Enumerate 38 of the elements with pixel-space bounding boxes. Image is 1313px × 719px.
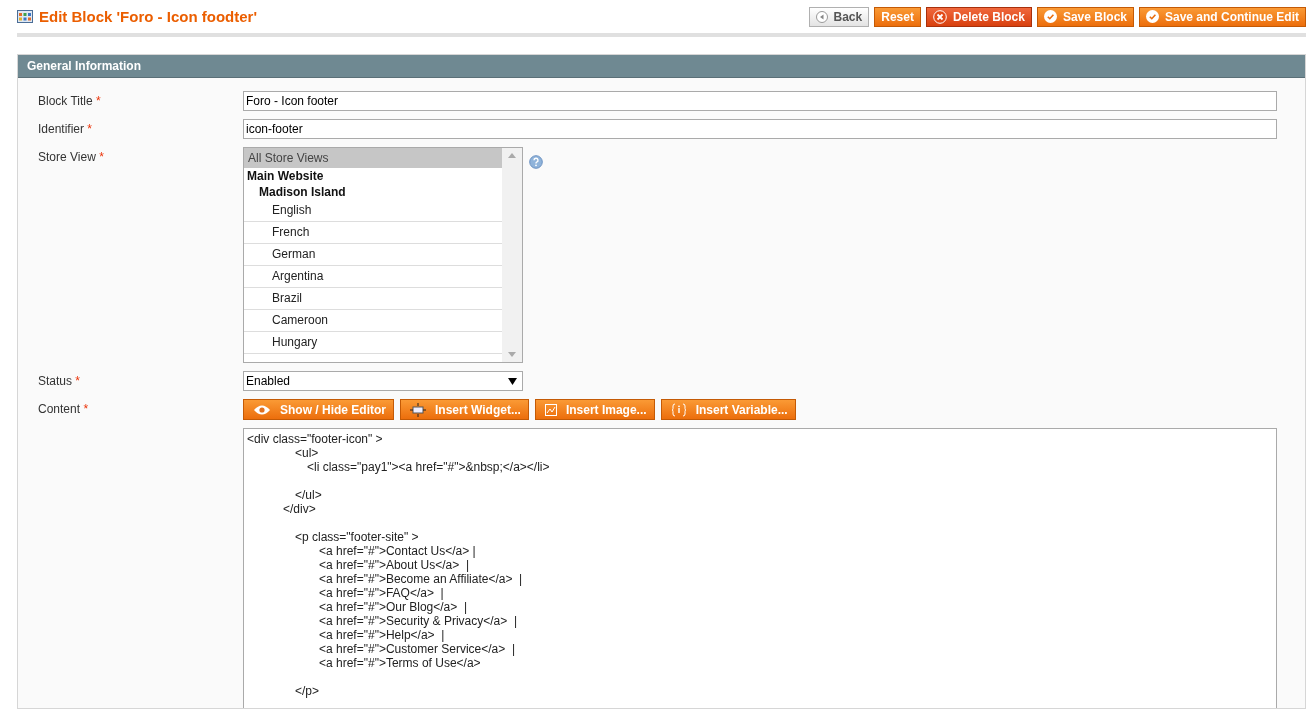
list-option[interactable]: English [244,200,502,222]
image-icon [544,403,557,416]
field-label: Identifier * [38,122,93,136]
help-icon[interactable] [529,155,543,169]
option-group: Madison Island [244,184,502,200]
close-icon [932,9,947,24]
list-option[interactable]: Hungary [244,332,502,354]
scroll-down-icon[interactable] [508,352,516,357]
eye-icon [253,403,271,416]
checkmark-icon [1043,10,1057,23]
list-option[interactable]: Argentina [244,266,502,288]
variable-icon [670,402,687,417]
field-label: Block Title * [38,94,101,108]
list-option[interactable]: Cameroon [244,310,502,332]
field-label: Store View * [38,150,104,164]
dropdown-caret-icon [508,377,517,385]
status-dropdown[interactable]: Enabled [243,371,523,391]
grid-icon [17,10,33,23]
dropdown-value: Enabled [246,374,291,388]
field-label: Content * [38,402,89,416]
list-option[interactable]: Brazil [244,288,502,310]
scroll-up-icon[interactable] [508,153,516,158]
text-field[interactable]: Foro - Icon footer [243,91,1277,111]
back-button[interactable]: Back [808,6,870,27]
scrollbar[interactable] [502,148,522,362]
delete-button[interactable]: Delete Block [925,6,1032,27]
checkmark-icon [1146,10,1159,23]
list-option[interactable]: French [244,222,502,244]
list-option[interactable]: German [244,244,502,266]
field-label: Status * [38,374,81,388]
widget-icon [410,402,426,417]
text-field[interactable]: icon-footer [243,119,1277,139]
page-title: Edit Block 'Foro - Icon foodter' [39,8,257,25]
list-option[interactable]: All Store Views [244,148,502,168]
option-group: Main Website [244,168,502,184]
content-editor[interactable]: <div class="footer-icon" > <ul> <li class="pay1"><a href="#">&nbsp;</a></li> </ul> </div> <p class="footer-site" > <a href="#">Contact Us</a> | <a href="#">About Us</a> | <a href="#">Become an Affiliate</a> | <a href="#">FAQ</a> | <a href="#">Our Blog</a> | <a href="#">Security & Privacy</a> | <a href="#">Help</a> | <a href="#">Customer Service</a> | <a href="#">Terms of Use</a> </p> [243,428,1277,708]
store-view-list[interactable]: All Store Views Main Website Madison Island English French German Argentina Brazil Cameroon Hungary [243,147,523,363]
section-header: General Information [18,55,1305,78]
